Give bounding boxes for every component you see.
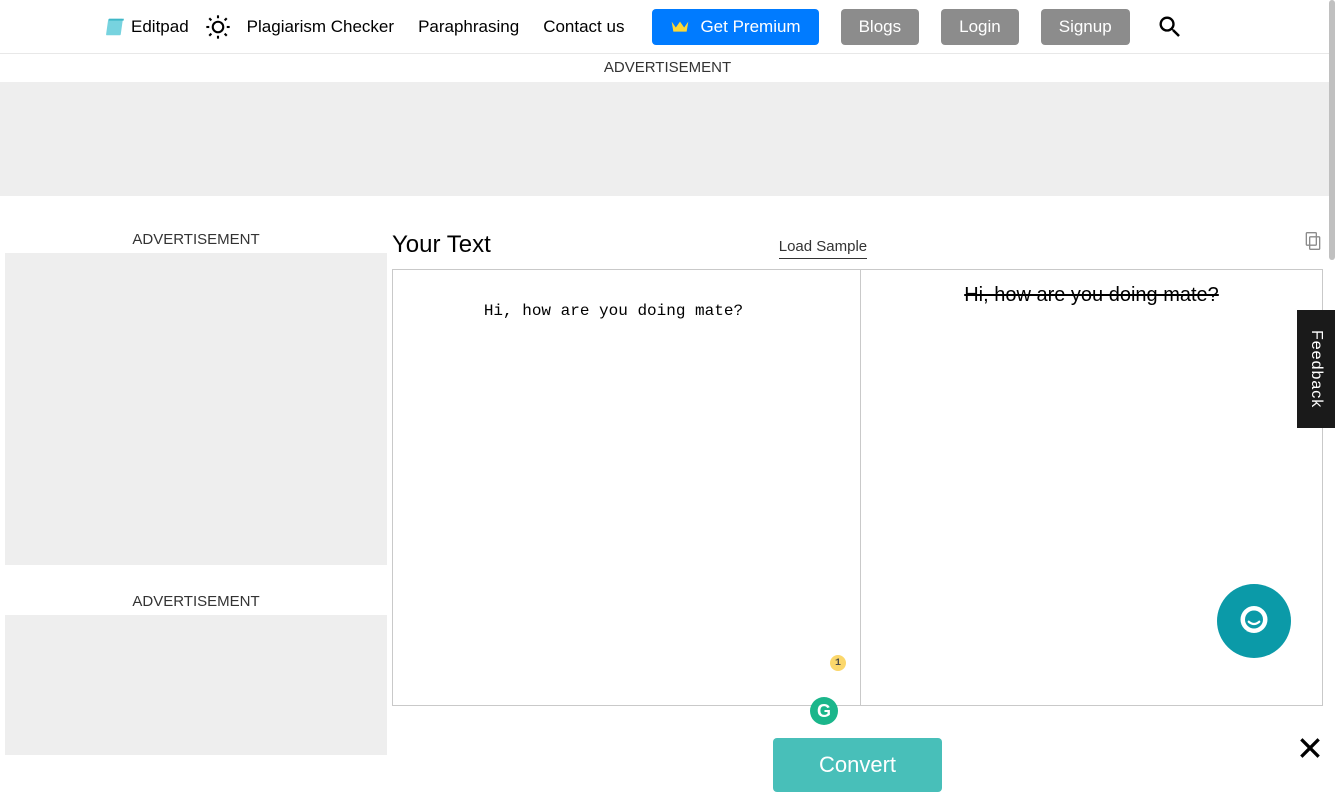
get-premium-label: Get Premium xyxy=(700,17,800,37)
scrollbar-thumb[interactable] xyxy=(1329,0,1335,260)
get-premium-button[interactable]: Get Premium xyxy=(652,9,818,45)
login-button[interactable]: Login xyxy=(941,9,1019,45)
grammarly-widget[interactable]: G 1 xyxy=(810,661,840,691)
copy-icon[interactable] xyxy=(1303,231,1323,253)
side-ad-1-label: ADVERTISEMENT xyxy=(0,231,392,248)
logo[interactable]: Editpad xyxy=(105,16,189,38)
left-sidebar: ADVERTISEMENT ADVERTISEMENT xyxy=(0,196,392,755)
close-icon[interactable] xyxy=(1297,735,1323,761)
header: Editpad Plagiarism Checker Paraphrasing … xyxy=(0,0,1335,54)
signup-button[interactable]: Signup xyxy=(1041,9,1130,45)
grammarly-icon: G xyxy=(810,697,838,725)
side-ad-2-body xyxy=(5,615,387,755)
text-input[interactable]: Hi, how are you doing mate? G 1 xyxy=(393,270,861,705)
blogs-button[interactable]: Blogs xyxy=(841,9,920,45)
editor-wrap: Hi, how are you doing mate? G 1 Hi, how … xyxy=(392,269,1323,706)
chat-button[interactable] xyxy=(1217,584,1291,658)
ad-top-body xyxy=(0,82,1335,196)
editor-header: Your Text Load Sample xyxy=(392,231,1323,259)
nav-paraphrase[interactable]: Paraphrasing xyxy=(418,17,519,37)
main-row: ADVERTISEMENT ADVERTISEMENT Your Text Lo… xyxy=(0,196,1335,792)
side-ad-2-label: ADVERTISEMENT xyxy=(0,593,392,610)
nav-contact[interactable]: Contact us xyxy=(543,17,624,37)
side-ad-1-body xyxy=(5,253,387,565)
main-nav: Plagiarism Checker Paraphrasing Contact … xyxy=(247,17,625,37)
ad-top-label: ADVERTISEMENT xyxy=(0,54,1335,82)
notepad-icon xyxy=(105,16,127,38)
grammarly-badge: 1 xyxy=(830,655,846,671)
nav-plagiarism[interactable]: Plagiarism Checker xyxy=(247,17,394,37)
text-input-content: Hi, how are you doing mate? xyxy=(484,302,743,320)
header-buttons: Blogs Login Signup xyxy=(841,9,1130,45)
theme-toggle-icon[interactable] xyxy=(203,12,233,42)
load-sample-link[interactable]: Load Sample xyxy=(779,238,867,259)
side-ad-2: ADVERTISEMENT xyxy=(0,593,392,755)
crown-icon xyxy=(670,19,690,35)
ad-top: ADVERTISEMENT xyxy=(0,54,1335,196)
search-icon[interactable] xyxy=(1156,13,1184,41)
output-text: Hi, how are you doing mate? xyxy=(964,284,1219,307)
brand-name: Editpad xyxy=(131,17,189,37)
side-ad-1: ADVERTISEMENT xyxy=(0,231,392,565)
your-text-label: Your Text xyxy=(392,231,491,259)
chat-icon xyxy=(1236,603,1272,639)
scrollbar[interactable] xyxy=(1329,0,1335,763)
content-area: Your Text Load Sample Hi, how are you do… xyxy=(392,196,1335,792)
